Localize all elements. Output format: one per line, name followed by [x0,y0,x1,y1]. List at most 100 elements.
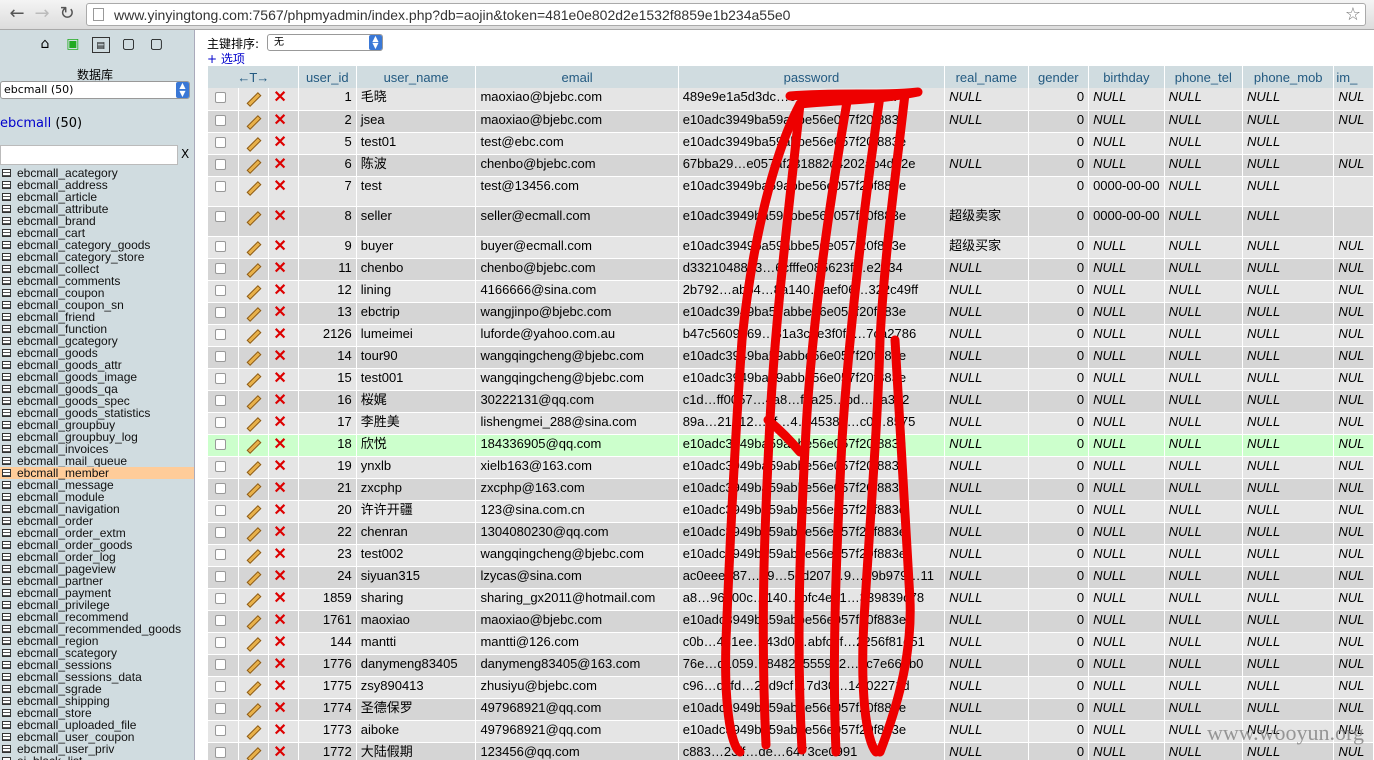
column-header-gender[interactable]: gender [1028,66,1090,88]
delete-x-icon[interactable]: ✕ [273,178,286,194]
cell-phone-tel[interactable]: NULL [1164,206,1244,237]
delete-x-icon[interactable]: ✕ [273,744,286,760]
cell-birthday[interactable]: NULL [1088,110,1165,133]
cell-email[interactable]: 123@sina.com.cn [475,500,679,523]
cell-gender[interactable]: 0 [1028,698,1090,721]
cell-email[interactable]: lzycas@sina.com [475,566,679,589]
edit-pencil-icon[interactable] [243,114,261,128]
cell-birthday[interactable]: 0000-00-00 [1088,206,1165,237]
cell-user-id[interactable]: 12 [298,280,357,303]
cell-phone-mob[interactable]: NULL [1242,456,1335,479]
delete-x-icon[interactable]: ✕ [273,134,286,150]
edit-pencil-icon[interactable] [243,91,261,105]
cell-phone-tel[interactable]: NULL [1164,632,1244,655]
edit-pencil-icon[interactable] [243,158,261,172]
cell-password[interactable]: e10adc3949ba59abbe56e057f20f883e [678,176,946,207]
row-checkbox[interactable] [215,416,226,428]
cell-password[interactable]: a8…96200c…140…bfc4e51…339839c78 [678,588,946,611]
cell-im[interactable]: NUL [1333,588,1374,611]
table-icon[interactable] [2,325,11,333]
docs-icon[interactable]: ▢ [119,36,137,52]
row-checkbox[interactable] [215,328,226,340]
cell-phone-mob[interactable]: NULL [1242,566,1335,589]
cell-password[interactable]: e10adc3949ba59abbe56e057f20f883e [678,346,946,369]
reload-icon[interactable]: ↻ [56,3,78,25]
row-checkbox[interactable] [215,504,226,516]
cell-password[interactable]: e10adc3949ba59abbe56e057f20f883e [678,720,946,743]
cell-user-name[interactable]: test [356,176,477,207]
delete-x-icon[interactable]: ✕ [273,392,286,408]
cell-phone-tel[interactable]: NULL [1164,654,1244,677]
delete-x-icon[interactable]: ✕ [273,282,286,298]
cell-user-id[interactable]: 22 [298,522,357,545]
cell-user-name[interactable]: 李胜美 [356,412,477,435]
table-icon[interactable] [2,673,11,681]
cell-password[interactable]: c883…23ff…de…6473ce0991 [678,742,946,760]
cell-phone-tel[interactable]: NULL [1164,110,1244,133]
cell-user-name[interactable]: test001 [356,368,477,391]
cell-phone-mob[interactable]: NULL [1242,132,1335,155]
cell-phone-mob[interactable]: NULL [1242,478,1335,501]
delete-x-icon[interactable]: ✕ [273,414,286,430]
cell-im[interactable]: NUL [1333,368,1374,391]
cell-phone-mob[interactable]: NULL [1242,588,1335,611]
cell-im[interactable]: NUL [1333,110,1374,133]
table-filter-input[interactable] [0,145,178,165]
column-header-email[interactable]: email [475,66,679,88]
edit-pencil-icon[interactable] [243,592,261,606]
cell-password[interactable]: c96…dcfd…2dd9cf…7d30…14f02271d [678,676,946,699]
cell-real-name[interactable]: NULL [944,610,1029,633]
table-row[interactable]: ✕ 8 seller seller@ecmall.com e10adc3949ba59a… [208,206,1374,237]
help-icon[interactable]: ▢ [147,36,165,52]
edit-pencil-icon[interactable] [243,482,261,496]
row-checkbox[interactable] [215,394,226,406]
edit-pencil-icon[interactable] [243,284,261,298]
table-icon[interactable] [2,685,11,693]
cell-user-id[interactable]: 1773 [298,720,357,743]
cell-email[interactable]: maoxiao@bjebc.com [475,610,679,633]
cell-email[interactable]: sharing_gx2011@hotmail.com [475,588,679,611]
cell-email[interactable]: zxcphp@163.com [475,478,679,501]
delete-x-icon[interactable]: ✕ [273,590,286,606]
cell-birthday[interactable]: NULL [1088,698,1165,721]
edit-pencil-icon[interactable] [243,658,261,672]
row-checkbox[interactable] [215,680,226,692]
cell-user-name[interactable]: zsy890413 [356,676,477,699]
table-icon[interactable] [2,205,11,213]
cell-email[interactable]: mantti@126.com [475,632,679,655]
cell-im[interactable]: NUL [1333,346,1374,369]
table-icon[interactable] [2,709,11,717]
cell-real-name[interactable]: NULL [944,522,1029,545]
cell-email[interactable]: 497968921@qq.com [475,720,679,743]
cell-gender[interactable]: 0 [1028,368,1090,391]
cell-user-id[interactable]: 1 [298,88,357,111]
cell-password[interactable]: e10adc3949ba59abbe56e057f20f883e [678,368,946,391]
row-checkbox[interactable] [215,614,226,626]
sidebar-table-label[interactable]: ei_black_list [17,754,82,760]
table-row[interactable]: ✕ 1859 sharing sharing_gx2011@hotmail.com a8… [208,588,1374,611]
cell-user-id[interactable]: 24 [298,566,357,589]
cell-password[interactable]: e10adc3949ba59abbe56e057f20f883e [678,434,946,457]
cell-phone-mob[interactable]: NULL [1242,346,1335,369]
cell-phone-mob[interactable]: NULL [1242,654,1335,677]
cell-real-name[interactable]: NULL [944,368,1029,391]
cell-im[interactable]: NUL [1333,302,1374,325]
cell-phone-tel[interactable]: NULL [1164,610,1244,633]
edit-pencil-icon[interactable] [243,350,261,364]
delete-x-icon[interactable]: ✕ [273,90,286,106]
table-icon[interactable] [2,517,11,525]
cell-phone-mob[interactable]: NULL [1242,500,1335,523]
cell-im[interactable]: NUL [1333,478,1374,501]
back-icon[interactable]: ← [6,3,28,25]
edit-pencil-icon[interactable] [243,394,261,408]
cell-password[interactable]: e10adc3949ba59abbe56e057f20f883e [678,610,946,633]
delete-x-icon[interactable]: ✕ [273,458,286,474]
cell-phone-mob[interactable]: NULL [1242,302,1335,325]
delete-x-icon[interactable]: ✕ [273,260,286,276]
cell-user-name[interactable]: 陈波 [356,154,477,177]
cell-email[interactable]: xielb163@163.com [475,456,679,479]
cell-real-name[interactable]: NULL [944,720,1029,743]
cell-user-name[interactable]: test01 [356,132,477,155]
cell-gender[interactable]: 0 [1028,110,1090,133]
cell-password[interactable]: e10adc3949ba59abbe56e057f20f883e [678,302,946,325]
